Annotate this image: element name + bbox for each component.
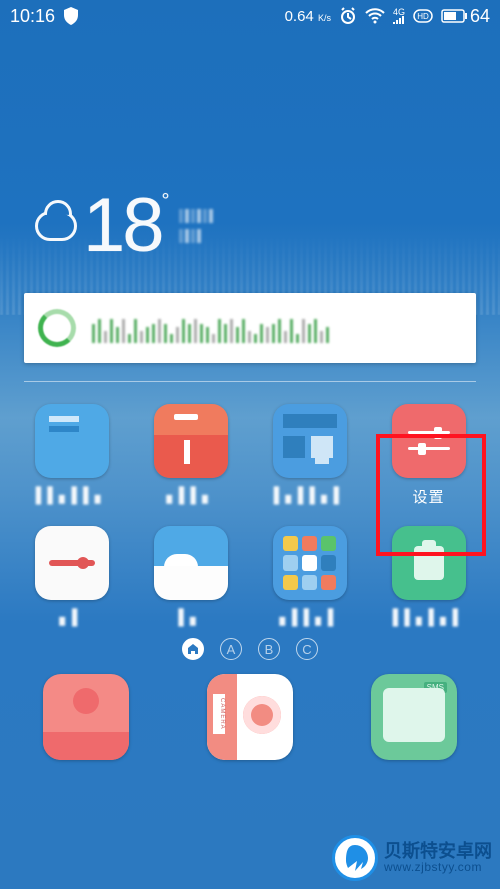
app-label: ▌▌▖▌▖▌ <box>393 608 465 626</box>
app-label: ▌▖▌▌▖▌ <box>274 486 346 504</box>
app-icon <box>35 404 109 478</box>
status-bar: 10:16 0.64 K/s 4G HD 64 <box>0 0 500 32</box>
dock-camera[interactable]: CAMERA <box>207 674 293 760</box>
sms-tag: SMS <box>424 682 447 693</box>
dock-messages[interactable]: SMS <box>371 674 457 760</box>
shield-icon <box>63 7 79 25</box>
cellular-4g-icon: 4G <box>393 8 405 24</box>
watermark-logo-icon <box>332 835 378 881</box>
page-dot-c[interactable]: C <box>296 638 318 660</box>
divider <box>24 381 476 382</box>
camera-label: CAMERA <box>213 694 225 734</box>
cloud-icon <box>35 211 77 241</box>
wifi-icon <box>365 8 385 24</box>
app-label: ▖▌▌▖ <box>166 486 214 504</box>
app-label: ▖▌▌▖▌ <box>280 608 340 626</box>
app-label: ▌▌▖▌▌▖ <box>36 486 108 504</box>
weather-widget[interactable]: 18° <box>0 182 500 269</box>
app-icon <box>35 526 109 600</box>
dock-contacts[interactable] <box>43 674 129 760</box>
info-card[interactable] <box>24 293 476 363</box>
card-content-blur <box>92 313 462 343</box>
alarm-icon <box>339 7 357 25</box>
page-dot-b[interactable]: B <box>258 638 280 660</box>
settings-icon <box>392 404 466 478</box>
app-label: ▌▖ <box>178 608 202 626</box>
battery-percent: 64 <box>470 6 490 27</box>
app-label: ▖▌ <box>59 608 83 626</box>
app-icon <box>154 526 228 600</box>
home-icon <box>187 643 199 655</box>
progress-ring-icon <box>38 309 76 347</box>
app-white[interactable]: ▖▌ <box>12 520 131 632</box>
hd-icon: HD <box>413 9 433 23</box>
page-dot-home[interactable] <box>182 638 204 660</box>
watermark-url: www.zjbstyy.com <box>384 861 492 874</box>
app-green[interactable]: ▌▌▖▌▖▌ <box>369 520 488 632</box>
watermark: 贝斯特安卓网 www.zjbstyy.com <box>330 833 494 883</box>
app-settings[interactable]: 设置 <box>369 398 488 510</box>
app-sky[interactable]: ▌▖ <box>131 520 250 632</box>
app-icon <box>392 526 466 600</box>
app-orange[interactable]: ▖▌▌▖ <box>131 398 250 510</box>
app-icon <box>273 404 347 478</box>
temperature-value: 18° <box>83 182 167 269</box>
app-blue2[interactable]: ▌▖▌▌▖▌ <box>250 398 369 510</box>
app-blue1[interactable]: ▌▌▖▌▌▖ <box>12 398 131 510</box>
watermark-title: 贝斯特安卓网 <box>384 842 492 862</box>
svg-text:HD: HD <box>417 12 429 21</box>
clock: 10:16 <box>10 6 55 27</box>
sms-lines-icon <box>391 706 437 709</box>
page-indicator[interactable]: A B C <box>0 638 500 660</box>
app-icon <box>154 404 228 478</box>
network-speed: 0.64 K/s <box>285 8 331 25</box>
app-label: 设置 <box>412 486 444 504</box>
app-icon <box>273 526 347 600</box>
app-grid[interactable]: ▖▌▌▖▌ <box>250 520 369 632</box>
battery-indicator: 64 <box>441 6 490 27</box>
app-grid: ▌▌▖▌▌▖ ▖▌▌▖ ▌▖▌▌▖▌ 设置 ▖▌ ▌▖ ▖▌▌▖▌ ▌▌▖▌▖▌ <box>12 398 488 632</box>
page-dot-a[interactable]: A <box>220 638 242 660</box>
dock: CAMERA SMS <box>24 674 476 760</box>
weather-extra <box>179 209 213 243</box>
